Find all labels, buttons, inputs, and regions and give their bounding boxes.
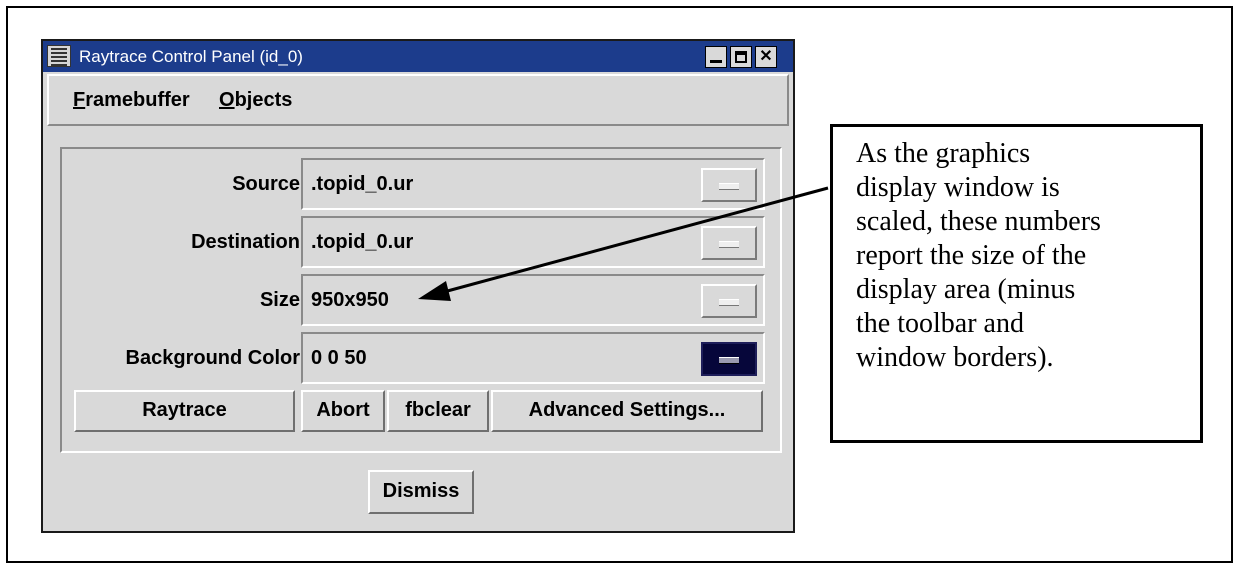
menu-bar: Framebuffer Objects: [47, 74, 789, 126]
menu-objects[interactable]: Objects: [219, 89, 292, 112]
window-menu-icon[interactable]: [47, 45, 71, 67]
raytrace-button[interactable]: Raytrace: [74, 390, 295, 432]
title-bar[interactable]: Raytrace Control Panel (id_0) ✕: [43, 41, 793, 72]
dismiss-button[interactable]: Dismiss: [368, 470, 474, 514]
menu-objects-mnemonic: O: [219, 89, 235, 111]
close-icon: ✕: [759, 48, 773, 65]
minimize-button[interactable]: [705, 46, 727, 68]
fbclear-button[interactable]: fbclear: [387, 390, 489, 432]
menu-objects-label: bjects: [234, 89, 293, 111]
size-field[interactable]: 950x950: [301, 274, 765, 326]
close-button[interactable]: ✕: [755, 46, 777, 68]
callout-line: scaled, these numbers: [856, 206, 1101, 237]
raytrace-control-panel-window: Raytrace Control Panel (id_0) ✕ Framebuf…: [41, 39, 795, 533]
settings-group: Source .topid_0.ur Destination .topid_0.…: [60, 147, 782, 453]
callout-line: display area (minus: [856, 274, 1076, 305]
destination-menu-button[interactable]: [701, 226, 757, 260]
size-label: Size: [259, 289, 300, 311]
callout-line: report the size of the: [856, 240, 1087, 271]
destination-label: Destination: [191, 231, 300, 253]
source-value: .topid_0.ur: [311, 173, 414, 195]
menu-indicator-icon: [719, 357, 739, 364]
abort-button[interactable]: Abort: [301, 390, 385, 432]
menu-framebuffer[interactable]: Framebuffer: [73, 89, 190, 112]
maximize-button[interactable]: [730, 46, 752, 68]
callout-line: window borders).: [856, 342, 1054, 373]
menu-framebuffer-label: ramebuffer: [85, 89, 190, 111]
source-menu-button[interactable]: [701, 168, 757, 202]
background-color-label: Background Color: [125, 347, 300, 369]
destination-field[interactable]: .topid_0.ur: [301, 216, 765, 268]
menu-indicator-icon: [719, 241, 739, 248]
menu-indicator-icon: [719, 299, 739, 306]
background-color-value: 0 0 50: [311, 347, 367, 369]
background-color-swatch-button[interactable]: [701, 342, 757, 376]
callout-line: the toolbar and: [856, 308, 1024, 339]
source-label: Source: [232, 173, 300, 195]
menu-framebuffer-mnemonic: F: [73, 89, 86, 111]
maximize-icon: [735, 51, 747, 63]
minimize-icon: [710, 60, 722, 63]
source-field[interactable]: .topid_0.ur: [301, 158, 765, 210]
callout-line: display window is: [856, 172, 1060, 203]
advanced-settings-button[interactable]: Advanced Settings...: [491, 390, 763, 432]
destination-value: .topid_0.ur: [311, 231, 414, 253]
window-title: Raytrace Control Panel (id_0): [79, 47, 303, 66]
callout-box: As the graphics display window is scaled…: [830, 124, 1203, 443]
callout-line: As the graphics: [856, 138, 1031, 169]
size-value: 950x950: [311, 289, 389, 311]
menu-indicator-icon: [719, 183, 739, 190]
background-color-field[interactable]: 0 0 50: [301, 332, 765, 384]
size-menu-button[interactable]: [701, 284, 757, 318]
